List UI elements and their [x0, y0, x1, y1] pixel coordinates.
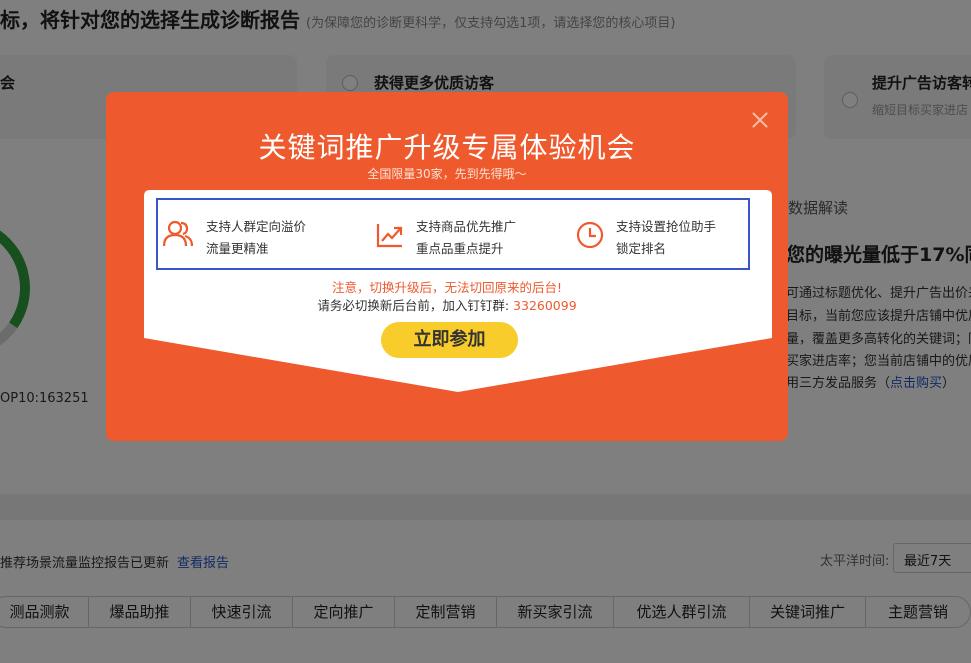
feature-title: 支持商品优先推广: [416, 219, 517, 234]
feature-desc: 锁定排名: [616, 241, 667, 256]
feature-audience: 支持人群定向溢价 流量更精准: [158, 200, 358, 268]
group-number: 33260099: [513, 298, 577, 313]
join-group-note: 请务必切换新后台前，加入钉钉群: 33260099: [317, 298, 577, 313]
modal-subtitle: 全国限量30家，先到先得哦～: [367, 167, 527, 181]
people-icon: [163, 220, 193, 247]
modal-title: 关键词推广升级专属体验机会: [258, 131, 636, 164]
feature-title: 支持人群定向溢价: [206, 219, 307, 234]
feature-title: 支持设置抢位助手: [616, 219, 717, 234]
feature-ranking-assistant: 支持设置抢位助手 锁定排名: [576, 200, 746, 268]
feature-product-priority: 支持商品优先推广 重点品重点提升: [376, 200, 576, 268]
feature-desc: 重点品重点提升: [416, 241, 504, 256]
feature-desc: 流量更精准: [206, 241, 269, 256]
trend-up-icon: [376, 224, 403, 248]
upgrade-promo-modal: 关键词推广升级专属体验机会 全国限量30家，先到先得哦～ 支持人群定向溢价 流量…: [106, 92, 788, 441]
features-highlight-box: 支持人群定向溢价 流量更精准 支持商品优先推广 重点品重点提升 支持设置抢位助手…: [156, 198, 750, 270]
join-now-button[interactable]: 立即参加: [381, 322, 518, 358]
clock-icon: [576, 221, 604, 249]
upgrade-warning: 注意，切换升级后，无法切回原来的后台!: [331, 280, 562, 295]
